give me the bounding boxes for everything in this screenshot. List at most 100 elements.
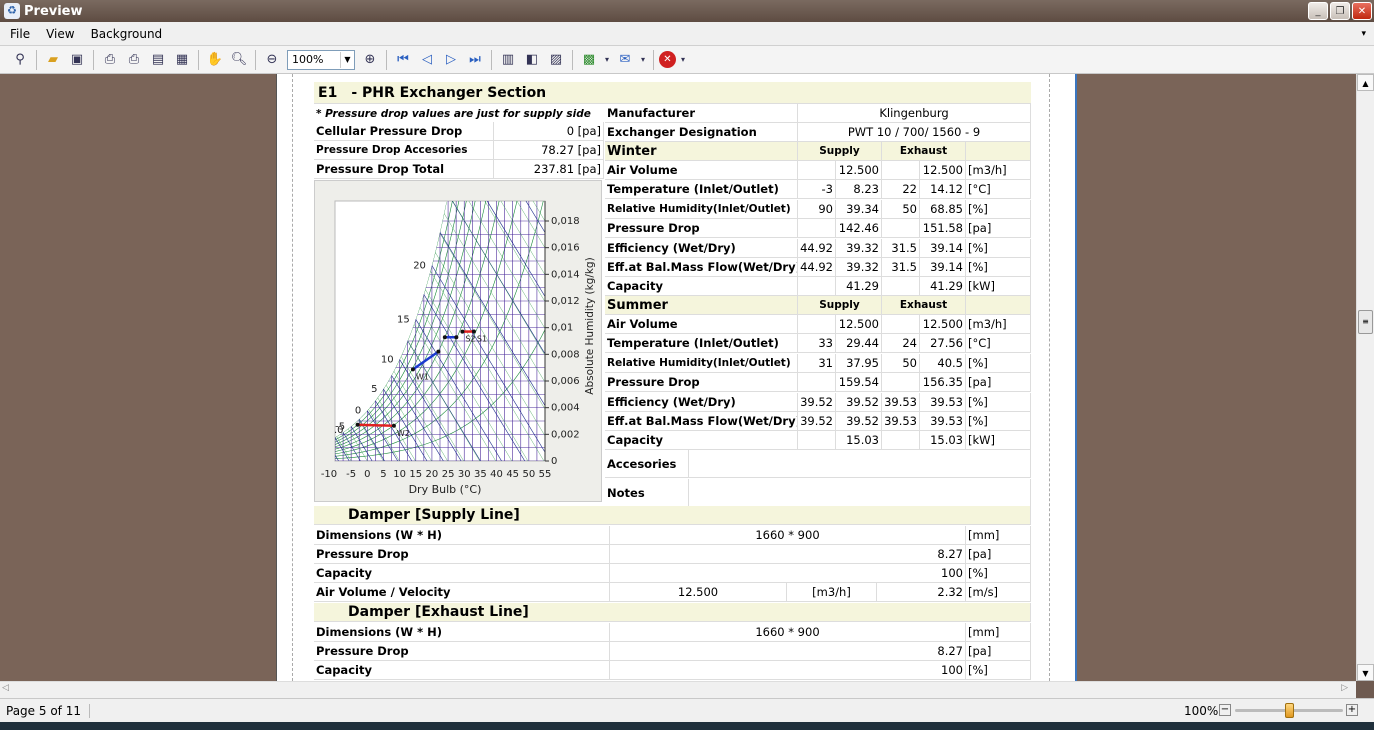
exhaust-outlet: 12.500 (920, 315, 966, 334)
chevron-down-icon: ▼ (340, 51, 354, 68)
close-preview-icon[interactable]: ✕ (659, 51, 676, 68)
scroll-down-icon[interactable]: ▼ (1357, 664, 1374, 681)
email-icon[interactable]: ✉ (614, 49, 636, 71)
summer-row: Air Volume 12.500 12.500 [m3/h] (605, 315, 1031, 334)
pressure-value: 78.27 [pa] (494, 141, 604, 160)
document-viewer[interactable]: E1 - PHR Exchanger Section * Pressure dro… (0, 74, 1356, 681)
y-tick-label: 0,006 (551, 376, 580, 387)
scroll-up-icon[interactable]: ▲ (1357, 74, 1374, 91)
supply-outlet: 142.46 (836, 219, 882, 239)
last-page-icon[interactable]: ⏭ (464, 49, 486, 71)
row-label: Eff.at Bal.Mass Flow(Wet/Dry) (605, 258, 798, 277)
pressure-note: * Pressure drop values are just for supp… (316, 108, 591, 120)
page-setup-icon[interactable]: ▤ (147, 49, 169, 71)
summer-title: Summer (605, 296, 798, 315)
exhaust-outlet: 12.500 (920, 161, 966, 180)
row-unit: [%] (966, 199, 1031, 219)
supply-inlet: -3 (798, 180, 836, 200)
hand-icon[interactable]: ✋ (204, 49, 226, 71)
zoom-in-icon[interactable]: ⊕ (359, 49, 381, 71)
export-icon[interactable]: ▩ (578, 49, 600, 71)
vertical-scrollbar[interactable]: ▲ ≡ ▼ (1356, 74, 1374, 681)
damper-capacity-label: Capacity (314, 661, 610, 680)
accesories-value (689, 450, 1031, 478)
overflow-chevron-icon[interactable]: ▾ (678, 49, 688, 71)
zoom-slider-thumb[interactable] (1285, 703, 1294, 718)
state-point-label: W2 (397, 429, 410, 438)
first-page-icon[interactable]: ⏮ (392, 49, 414, 71)
wet-bulb-label: 0 (355, 406, 361, 417)
dimensions-unit: [mm] (966, 526, 1031, 545)
color-icon[interactable]: ◧ (521, 49, 543, 71)
row-unit: [%] (966, 238, 1031, 258)
supply-inlet (798, 219, 836, 239)
horizontal-scrollbar[interactable]: ◁ ▷ (0, 681, 1356, 698)
save-icon[interactable]: ▣ (66, 49, 88, 71)
menu-file[interactable]: File (10, 27, 30, 41)
zoom-minus-button[interactable]: − (1219, 704, 1231, 716)
exhaust-outlet: 39.53 (920, 392, 966, 412)
scroll-right-icon[interactable]: ▷ (1341, 683, 1348, 693)
pressure-label: Cellular Pressure Drop (314, 122, 494, 141)
exhaust-header: Exhaust (882, 296, 966, 315)
exhaust-inlet (882, 277, 920, 297)
supply-inlet: 31 (798, 353, 836, 373)
scale-icon[interactable]: ▦ (171, 49, 193, 71)
row-label: Air Volume (605, 315, 798, 334)
zoom-out-icon[interactable]: ⊖ (261, 49, 283, 71)
damper-capacity-unit: [%] (966, 564, 1031, 583)
print-setup-icon[interactable]: ⎙ (99, 49, 121, 71)
status-bar: Page 5 of 11 100% − + (0, 698, 1374, 722)
open-icon[interactable]: ▰ (42, 49, 64, 71)
exhaust-outlet: 151.58 (920, 219, 966, 239)
minimize-button[interactable]: _ (1308, 2, 1328, 20)
menu-background[interactable]: Background (91, 27, 163, 41)
supply-inlet: 44.92 (798, 238, 836, 258)
table-row: Dimensions (W * H) 1660 * 900 [mm] (314, 526, 1031, 545)
zoom-plus-button[interactable]: + (1346, 704, 1358, 716)
x-tick-label: -10 (321, 469, 337, 480)
supply-inlet: 39.52 (798, 412, 836, 431)
designation-value: PWT 10 / 700/ 1560 - 9 (798, 123, 1031, 142)
menu-chevron-icon[interactable]: ▾ (1361, 29, 1366, 39)
exhaust-inlet (882, 219, 920, 239)
y-tick-label: 0 (551, 456, 557, 467)
export-chevron-icon[interactable]: ▾ (602, 49, 612, 71)
row-label: Relative Humidity(Inlet/Outlet) (605, 199, 798, 219)
multipage-icon[interactable]: ▥ (497, 49, 519, 71)
close-button[interactable]: ✕ (1352, 2, 1372, 20)
exhaust-inlet (882, 431, 920, 451)
y-axis-label: Absolute Humidity (kg/kg) (584, 257, 596, 394)
dimensions-label: Dimensions (W * H) (314, 623, 610, 642)
dimensions-value: 1660 * 900 (610, 526, 966, 545)
email-chevron-icon[interactable]: ▾ (638, 49, 648, 71)
x-tick-label: 0 (364, 469, 370, 480)
row-label: Temperature (Inlet/Outlet) (605, 334, 798, 354)
maximize-button[interactable]: ❐ (1330, 2, 1350, 20)
row-unit: [pa] (966, 373, 1031, 393)
print-icon[interactable]: ⎙ (123, 49, 145, 71)
scroll-thumb[interactable]: ≡ (1358, 310, 1373, 334)
magnifier-icon[interactable]: 🔍︎ (228, 49, 250, 71)
toolbar: ⚲ ▰ ▣ ⎙ ⎙ ▤ ▦ ✋ 🔍︎ ⊖ 100% ▼ ⊕ ⏮ ◁ ▷ ⏭ ▥ ◧… (0, 46, 1374, 74)
pressure-row: Pressure Drop Total 237.81 [pa] (314, 160, 604, 179)
row-unit: [m3/h] (966, 315, 1031, 334)
damper-pressure-value: 8.27 (610, 545, 966, 564)
damper-capacity-value: 100 (610, 564, 966, 583)
winter-supply-line-point (391, 423, 396, 428)
row-unit: [kW] (966, 431, 1031, 451)
menu-view[interactable]: View (46, 27, 74, 41)
watermark-icon[interactable]: ▨ (545, 49, 567, 71)
x-tick-label: 55 (539, 469, 552, 480)
scroll-left-icon[interactable]: ◁ (2, 683, 9, 693)
x-tick-label: 40 (490, 469, 503, 480)
pressure-value: 237.81 [pa] (494, 160, 604, 179)
notes-row: Notes (605, 479, 1031, 507)
supply-outlet: 12.500 (836, 315, 882, 334)
zoom-select[interactable]: 100% ▼ (287, 49, 355, 70)
prev-page-icon[interactable]: ◁ (416, 49, 438, 71)
dimensions-unit: [mm] (966, 623, 1031, 642)
find-icon[interactable]: ⚲ (9, 49, 31, 71)
summer-row: Capacity 15.03 15.03 [kW] (605, 431, 1031, 451)
next-page-icon[interactable]: ▷ (440, 49, 462, 71)
